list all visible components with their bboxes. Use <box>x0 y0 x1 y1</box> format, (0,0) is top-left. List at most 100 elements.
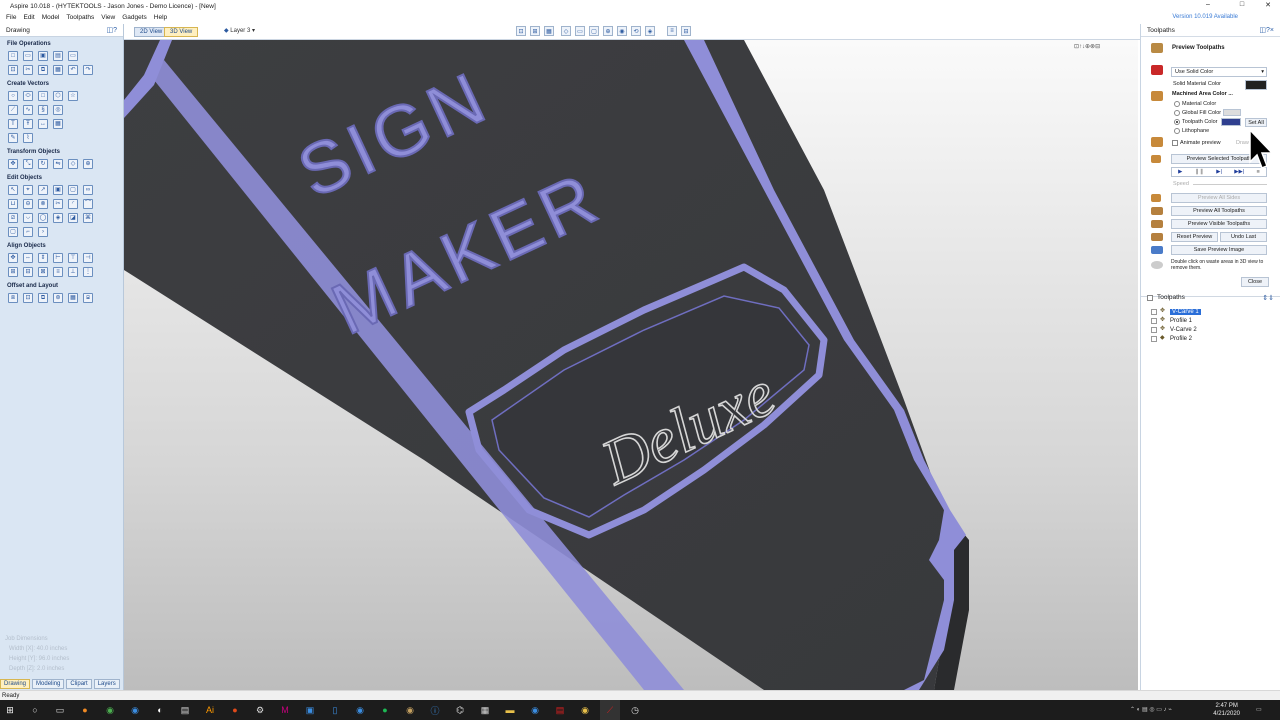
menu-gadgets[interactable]: Gadgets <box>122 14 147 21</box>
cut-icon[interactable]: ✂ <box>23 65 33 75</box>
tab-modeling[interactable]: Modeling <box>32 679 65 689</box>
toolpath-color-radio[interactable] <box>1174 119 1180 125</box>
list-item[interactable]: ◆ Profile 2 <box>1151 334 1201 343</box>
grid-toggle-icon[interactable]: ▦ <box>544 26 554 36</box>
window-icon[interactable]: ▣ <box>300 700 320 720</box>
select-icon[interactable]: ↖ <box>8 185 18 195</box>
align-vertical-icon[interactable]: ⇕ <box>38 253 48 263</box>
align-bottom-icon[interactable]: ⊥ <box>68 267 78 277</box>
aspire-app-icon[interactable]: ⟋ <box>600 700 620 720</box>
toolpath-color-picker[interactable] <box>1221 118 1241 126</box>
menu-help[interactable]: Help <box>154 14 167 21</box>
menu-file[interactable]: File <box>6 14 16 21</box>
fillet-icon[interactable]: ◜ <box>68 199 78 209</box>
front-view-icon[interactable]: ▭ <box>575 26 585 36</box>
polyline-icon[interactable]: ⟋ <box>8 105 18 115</box>
vcarve-app-icon[interactable]: M <box>275 700 295 720</box>
mirror-icon[interactable]: ⇋ <box>53 159 63 169</box>
polygon-icon[interactable]: ⬡ <box>53 91 63 101</box>
step-icon[interactable]: ▶| <box>1216 169 1222 175</box>
edge-icon[interactable]: ◉ <box>350 700 370 720</box>
maximize-button[interactable]: □ <box>1230 1 1254 8</box>
calculator-icon[interactable]: ▦ <box>475 700 495 720</box>
undo-icon[interactable]: ↶ <box>68 65 78 75</box>
rotate-icon[interactable]: ↻ <box>38 159 48 169</box>
move-icon[interactable]: ✥ <box>8 159 18 169</box>
fit-curve-icon[interactable]: ⌵ <box>23 213 33 223</box>
tab-layers[interactable]: Layers <box>93 679 120 689</box>
tab-3d-view[interactable]: 3D View <box>164 27 199 37</box>
ungroup-icon[interactable]: ▢ <box>68 185 78 195</box>
snap-grid-icon[interactable]: ⊞ <box>530 26 540 36</box>
align-horizontal-icon[interactable]: ⇔ <box>23 253 33 263</box>
preview-all-button[interactable]: Preview All Toolpaths <box>1171 206 1267 216</box>
bridge-icon[interactable]: ◈ <box>53 213 63 223</box>
dimension-icon[interactable]: ↔ <box>38 119 48 129</box>
paste-icon[interactable]: ▦ <box>53 65 63 75</box>
ellipse-icon[interactable]: ⬭ <box>23 91 33 101</box>
info-icon[interactable]: ⓘ <box>425 700 445 720</box>
array-copy-icon[interactable]: ▦ <box>68 293 78 303</box>
chevron-icon[interactable]: › <box>38 227 48 237</box>
set-all-button[interactable]: Set All <box>1245 118 1267 127</box>
render-mode-icon[interactable]: ◉ <box>617 26 627 36</box>
trace-icon[interactable]: ⌇ <box>23 133 33 143</box>
rotate-view-icon[interactable]: ⟲ <box>631 26 641 36</box>
space-vertical-icon[interactable]: ⊠ <box>38 267 48 277</box>
preview-visible-button[interactable]: Preview Visible Toolpaths <box>1171 219 1267 229</box>
copy-icon[interactable]: ⧉ <box>38 65 48 75</box>
vector-fill-icon[interactable]: ◪ <box>68 213 78 223</box>
draw-icon[interactable]: ✎ <box>8 133 18 143</box>
zoom-all-icon[interactable]: ⊡ <box>516 26 526 36</box>
align-right-icon[interactable]: ⊣ <box>83 253 93 263</box>
circle-icon[interactable]: ○ <box>8 91 18 101</box>
pin-icon[interactable]: ◫? <box>106 26 117 34</box>
version-available-link[interactable]: Version 10.019 Available <box>1172 14 1238 20</box>
offset-icon[interactable]: ⧄ <box>8 213 18 223</box>
pin-icon[interactable]: ◫?× <box>1259 26 1274 34</box>
app-icon[interactable]: ● <box>225 700 245 720</box>
start-icon[interactable]: ⊞ <box>0 700 20 720</box>
clock[interactable]: 2:47 PM 4/21/2020 <box>1213 702 1240 718</box>
step-repeat-icon[interactable]: ⊡ <box>23 293 33 303</box>
pause-icon[interactable]: ❚❚ <box>1195 169 1204 175</box>
material-icon[interactable]: ◈ <box>645 26 655 36</box>
menu-model[interactable]: Model <box>42 14 60 21</box>
block-copy-icon[interactable]: ⧉ <box>38 293 48 303</box>
global-fill-color-picker[interactable] <box>1223 109 1241 116</box>
preview-all-sides-button[interactable]: Preview All Sides <box>1171 193 1267 203</box>
weld-icon[interactable]: ⊔ <box>8 199 18 209</box>
global-fill-color-radio[interactable] <box>1174 110 1180 116</box>
tab-clipart[interactable]: Clipart <box>66 679 92 689</box>
scale-icon[interactable]: ⤡ <box>23 159 33 169</box>
chrome-icon[interactable]: ◉ <box>100 700 120 720</box>
gimp-icon[interactable]: ◉ <box>400 700 420 720</box>
node-edit-icon[interactable]: ⌖ <box>23 185 33 195</box>
offset-vector-icon[interactable]: ⧈ <box>8 293 18 303</box>
settings-icon[interactable]: ⚙ <box>250 700 270 720</box>
import-icon[interactable]: ▤ <box>53 51 63 61</box>
star-icon[interactable]: ☆ <box>68 91 78 101</box>
distribute-icon[interactable]: ⊞ <box>8 267 18 277</box>
obs-icon[interactable]: ◐ <box>150 700 170 720</box>
notification-icon[interactable]: ▭ <box>1256 706 1262 713</box>
text-on-curve-icon[interactable]: Ŧ <box>23 119 33 129</box>
join-icon[interactable]: ∞ <box>83 185 93 195</box>
align-center-icon[interactable]: ✥ <box>8 253 18 263</box>
curve-icon[interactable]: ∿ <box>23 105 33 115</box>
menu-view[interactable]: View <box>101 14 115 21</box>
3d-viewport[interactable]: SIGN MAKER Deluxe ⊡↑↓⊕⊗⊟ <box>124 40 1138 690</box>
group-icon[interactable]: ▣ <box>53 185 63 195</box>
smooth-icon[interactable]: ⌒ <box>83 199 93 209</box>
close-button[interactable]: ✕ <box>1256 1 1280 9</box>
close-preview-button[interactable]: Close <box>1241 277 1269 287</box>
layer-dropdown[interactable]: ◆ Layer 3 ▾ <box>224 27 255 34</box>
interactive-select-icon[interactable]: ↗ <box>38 185 48 195</box>
list-item[interactable]: ✥ V-Carve 1 <box>1151 307 1201 316</box>
list-item[interactable]: ✥ Profile 1 <box>1151 316 1201 325</box>
intersect-icon[interactable]: ⊗ <box>38 199 48 209</box>
animate-preview-checkbox[interactable] <box>1172 140 1178 146</box>
reset-preview-button[interactable]: Reset Preview <box>1171 232 1218 242</box>
transform-icon[interactable]: ⊕ <box>83 159 93 169</box>
circular-copy-icon[interactable]: ⊛ <box>53 293 63 303</box>
